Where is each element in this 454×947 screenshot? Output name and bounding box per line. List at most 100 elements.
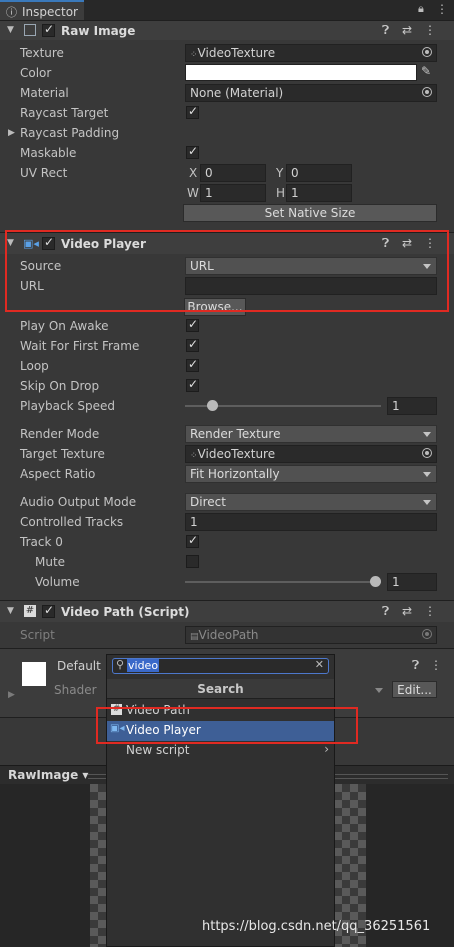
material-field[interactable]: None (Material): [185, 84, 437, 102]
shader-dropdown[interactable]: [335, 681, 389, 699]
loop-checkbox[interactable]: [186, 357, 199, 372]
material-label: Material: [20, 86, 69, 100]
controlled-tracks-label: Controlled Tracks: [20, 515, 124, 529]
uv-h-field[interactable]: 1: [286, 184, 352, 202]
preset-icon[interactable]: ⇄: [402, 604, 412, 618]
material-name: Default: [57, 659, 101, 673]
foldout-arrow-icon[interactable]: ▶: [8, 128, 15, 138]
material-preview-swatch: [22, 662, 46, 686]
playback-speed-field[interactable]: 1: [387, 397, 437, 415]
preview-title[interactable]: RawImage ▾: [8, 768, 88, 782]
search-box[interactable]: ⚲ video ✕: [112, 658, 329, 674]
uv-x-field[interactable]: 0: [200, 164, 266, 182]
volume-label: Volume: [35, 575, 80, 589]
chevron-down-icon: [423, 500, 431, 505]
video-path-enabled-checkbox[interactable]: [42, 603, 55, 618]
color-label: Color: [20, 66, 52, 80]
script-field: ▤VideoPath: [185, 626, 437, 644]
more-options-icon[interactable]: ⋮: [436, 2, 448, 16]
playback-speed-label: Playback Speed: [20, 399, 115, 413]
texture-field[interactable]: ⁘VideoTexture: [185, 44, 437, 62]
aspect-ratio-dropdown[interactable]: Fit Horizontally: [185, 465, 437, 483]
watermark: https://blog.csdn.net/qq_36251561: [202, 919, 431, 934]
controlled-tracks-field[interactable]: 1: [185, 513, 437, 531]
maskable-checkbox[interactable]: [186, 144, 199, 159]
clear-search-icon[interactable]: ✕: [315, 658, 324, 671]
target-texture-field[interactable]: ⁘VideoTexture: [185, 445, 437, 463]
tab-label: Inspector: [22, 5, 78, 19]
mute-label: Mute: [35, 555, 66, 569]
uv-y-label: Y: [276, 166, 284, 180]
script-asset-icon: ▤: [190, 632, 199, 642]
object-picker-icon[interactable]: [422, 87, 432, 97]
volume-field[interactable]: 1: [387, 573, 437, 591]
color-swatch[interactable]: [185, 64, 417, 81]
raw-image-component-icon: [24, 24, 36, 36]
texture-asset-icon: ⁘: [190, 50, 198, 60]
lock-icon[interactable]: 🔒︎: [418, 2, 424, 16]
uv-h-label: H: [276, 186, 286, 200]
chevron-down-icon: [375, 688, 383, 693]
search-input[interactable]: video: [127, 659, 160, 672]
fold-arrow-icon[interactable]: ▼: [7, 25, 14, 35]
wait-for-first-frame-checkbox[interactable]: [186, 337, 199, 352]
shader-label: Shader: [54, 683, 97, 697]
highlight-box: [96, 707, 358, 744]
highlight-box: [5, 230, 449, 312]
component-title: Raw Image: [61, 24, 136, 38]
component-title: Video Path (Script): [61, 605, 190, 619]
raw-image-header[interactable]: ▼ Raw Image ❓︎ ⇄ ⋮: [0, 20, 454, 40]
render-mode-dropdown[interactable]: Render Texture: [185, 425, 437, 443]
popup-item-new-script[interactable]: New script ›: [107, 741, 334, 761]
tab-inspector[interactable]: ⓘ Inspector: [0, 0, 84, 20]
help-icon[interactable]: ❓︎: [412, 658, 419, 673]
raycast-padding-label[interactable]: Raycast Padding: [20, 126, 119, 140]
slider-handle[interactable]: [370, 576, 381, 587]
play-on-awake-label: Play On Awake: [20, 319, 109, 333]
skip-on-drop-checkbox[interactable]: [186, 377, 199, 392]
mute-checkbox[interactable]: [186, 555, 199, 568]
uv-rect-label: UV Rect: [20, 166, 68, 180]
chevron-right-icon: ›: [324, 742, 329, 756]
raycast-target-checkbox[interactable]: [186, 104, 199, 119]
uv-w-field[interactable]: 1: [200, 184, 266, 202]
uv-w-label: W: [187, 186, 199, 200]
context-menu-icon[interactable]: ⋮: [424, 604, 436, 618]
texture-asset-icon: ⁘: [190, 451, 198, 461]
video-path-header[interactable]: ▼ # Video Path (Script) ❓︎ ⇄ ⋮: [0, 600, 454, 622]
preset-icon[interactable]: ⇄: [402, 23, 412, 37]
loop-label: Loop: [20, 359, 49, 373]
slider-handle[interactable]: [207, 400, 218, 411]
popup-header: Search: [107, 679, 334, 699]
object-picker-icon[interactable]: [422, 47, 432, 57]
uv-y-field[interactable]: 0: [286, 164, 352, 182]
skip-on-drop-label: Skip On Drop: [20, 379, 100, 393]
help-icon[interactable]: ❓︎: [382, 23, 389, 38]
volume-slider[interactable]: [185, 575, 381, 589]
track-0-checkbox[interactable]: [186, 533, 199, 548]
wait-for-first-frame-label: Wait For First Frame: [20, 339, 140, 353]
texture-label: Texture: [20, 46, 64, 60]
context-menu-icon[interactable]: ⋮: [430, 658, 442, 672]
foldout-arrow-icon[interactable]: ▶: [8, 690, 15, 700]
raw-image-enabled-checkbox[interactable]: [42, 22, 55, 37]
slider-track: [185, 581, 381, 583]
maskable-label: Maskable: [20, 146, 77, 160]
object-picker-icon: [422, 629, 432, 639]
eyedropper-icon[interactable]: ✎: [421, 64, 431, 78]
play-on-awake-checkbox[interactable]: [186, 317, 199, 332]
track-0-label: Track 0: [20, 535, 63, 549]
add-component-popup: ⚲ video ✕ Search # Video Path ▣◂ Video P…: [106, 654, 335, 947]
edit-shader-button[interactable]: Edit...: [392, 681, 437, 698]
search-icon: ⚲: [116, 658, 125, 671]
target-texture-label: Target Texture: [20, 447, 105, 461]
context-menu-icon[interactable]: ⋮: [424, 23, 436, 37]
help-icon[interactable]: ❓︎: [382, 604, 389, 619]
aspect-ratio-label: Aspect Ratio: [20, 467, 96, 481]
fold-arrow-icon[interactable]: ▼: [7, 606, 14, 616]
object-picker-icon[interactable]: [422, 448, 432, 458]
uv-x-label: X: [189, 166, 198, 180]
playback-speed-slider[interactable]: [185, 399, 381, 413]
audio-output-mode-dropdown[interactable]: Direct: [185, 493, 437, 511]
set-native-size-button[interactable]: Set Native Size: [183, 204, 437, 222]
